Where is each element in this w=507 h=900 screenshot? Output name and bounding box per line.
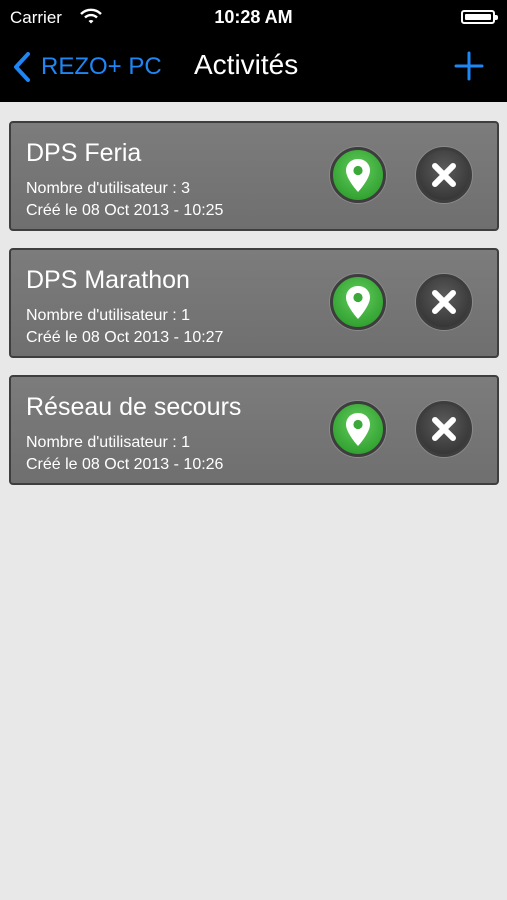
delete-button[interactable] — [416, 147, 472, 203]
map-pin-icon — [346, 413, 370, 446]
activity-created-date: Créé le 08 Oct 2013 - 10:27 — [26, 329, 224, 346]
activity-created-date: Créé le 08 Oct 2013 - 10:25 — [26, 202, 224, 219]
activity-list: DPS Feria Nombre d'utilisateur : 3 Créé … — [9, 121, 499, 502]
page-title: Activités — [194, 49, 299, 80]
activity-title: Réseau de secours — [26, 393, 242, 421]
close-icon — [432, 290, 456, 314]
activity-title: DPS Feria — [26, 139, 142, 167]
map-button[interactable] — [330, 401, 386, 457]
map-pin-icon — [346, 159, 370, 192]
map-button[interactable] — [330, 147, 386, 203]
status-bar: Carrier 10:28 AM — [0, 0, 507, 34]
clock: 10:28 AM — [214, 7, 293, 27]
activity-created-date: Créé le 08 Oct 2013 - 10:26 — [26, 456, 224, 473]
map-button[interactable] — [330, 274, 386, 330]
battery-icon — [461, 10, 498, 24]
close-icon — [432, 417, 456, 441]
top-bar: Carrier 10:28 AM REZO+ PC Activités — [0, 0, 507, 102]
activity-card[interactable]: Réseau de secours Nombre d'utilisateur :… — [9, 375, 499, 485]
map-pin-icon — [346, 286, 370, 319]
activity-user-count: Nombre d'utilisateur : 1 — [26, 434, 191, 451]
delete-button[interactable] — [416, 401, 472, 457]
plus-icon[interactable] — [453, 50, 485, 82]
navigation-bar: REZO+ PC Activités — [0, 34, 507, 102]
delete-button[interactable] — [416, 274, 472, 330]
activity-user-count: Nombre d'utilisateur : 1 — [26, 307, 191, 324]
back-button-label: REZO+ PC — [41, 53, 162, 80]
close-icon — [432, 163, 456, 187]
activity-title: DPS Marathon — [26, 266, 190, 294]
activity-card[interactable]: DPS Feria Nombre d'utilisateur : 3 Créé … — [9, 121, 499, 231]
activity-card[interactable]: DPS Marathon Nombre d'utilisateur : 1 Cr… — [9, 248, 499, 358]
activity-user-count: Nombre d'utilisateur : 3 — [26, 180, 191, 197]
chevron-left-icon — [14, 52, 30, 82]
back-button[interactable]: REZO+ PC — [12, 49, 162, 85]
